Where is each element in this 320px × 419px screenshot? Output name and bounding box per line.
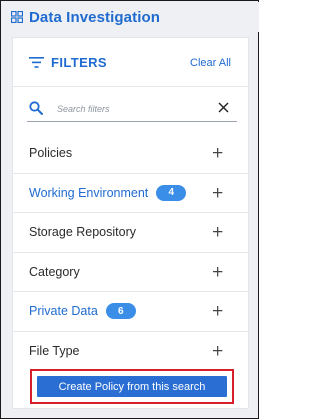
filter-item-category[interactable]: Category + xyxy=(13,253,248,292)
filter-item-storage-repository[interactable]: Storage Repository + xyxy=(13,213,248,253)
window-frame: Data Investigation FILTERS Clear All Sea… xyxy=(0,0,259,419)
search-icon[interactable] xyxy=(29,101,43,115)
clear-all-link[interactable]: Clear All xyxy=(190,57,231,69)
expand-plus-icon[interactable]: + xyxy=(211,224,224,240)
filter-item-policies[interactable]: Policies + xyxy=(13,134,248,174)
count-badge: 6 xyxy=(105,303,136,320)
filter-item-file-type[interactable]: File Type + xyxy=(13,332,248,372)
expand-plus-icon[interactable]: + xyxy=(211,264,224,279)
filter-item-label: Category xyxy=(29,264,80,279)
search-box xyxy=(27,98,237,122)
close-icon[interactable] xyxy=(218,102,229,113)
filter-item-label: Storage Repository xyxy=(29,225,137,240)
filters-title: FILTERS xyxy=(51,55,107,70)
filter-item-label: Working Environment xyxy=(29,185,149,200)
header-divider xyxy=(13,86,248,87)
filter-lines-icon xyxy=(29,57,44,68)
page-title: Data Investigation xyxy=(29,8,160,26)
filter-item-private-data[interactable]: Private Data 6 + xyxy=(13,292,248,332)
filter-item-label: Private Data xyxy=(29,304,98,319)
filter-item-label: File Type xyxy=(29,344,80,359)
grid-icon xyxy=(11,11,23,23)
count-badge: 4 xyxy=(156,184,187,201)
filter-item-label: Policies xyxy=(29,146,73,161)
expand-plus-icon[interactable]: + xyxy=(211,343,224,359)
filters-header: FILTERS Clear All xyxy=(13,38,248,88)
search-input[interactable] xyxy=(57,100,202,118)
expand-plus-icon[interactable]: + xyxy=(211,303,224,319)
create-policy-button[interactable]: Create Policy from this search xyxy=(37,376,227,397)
app-header: Data Investigation xyxy=(2,2,259,32)
expand-plus-icon[interactable]: + xyxy=(211,145,224,161)
filter-list: Policies + Working Environment 4 + Stora… xyxy=(13,134,248,371)
filter-item-working-environment[interactable]: Working Environment 4 + xyxy=(13,174,248,213)
expand-plus-icon[interactable]: + xyxy=(211,185,224,200)
filters-panel: FILTERS Clear All Policies + Working Env… xyxy=(12,37,249,409)
